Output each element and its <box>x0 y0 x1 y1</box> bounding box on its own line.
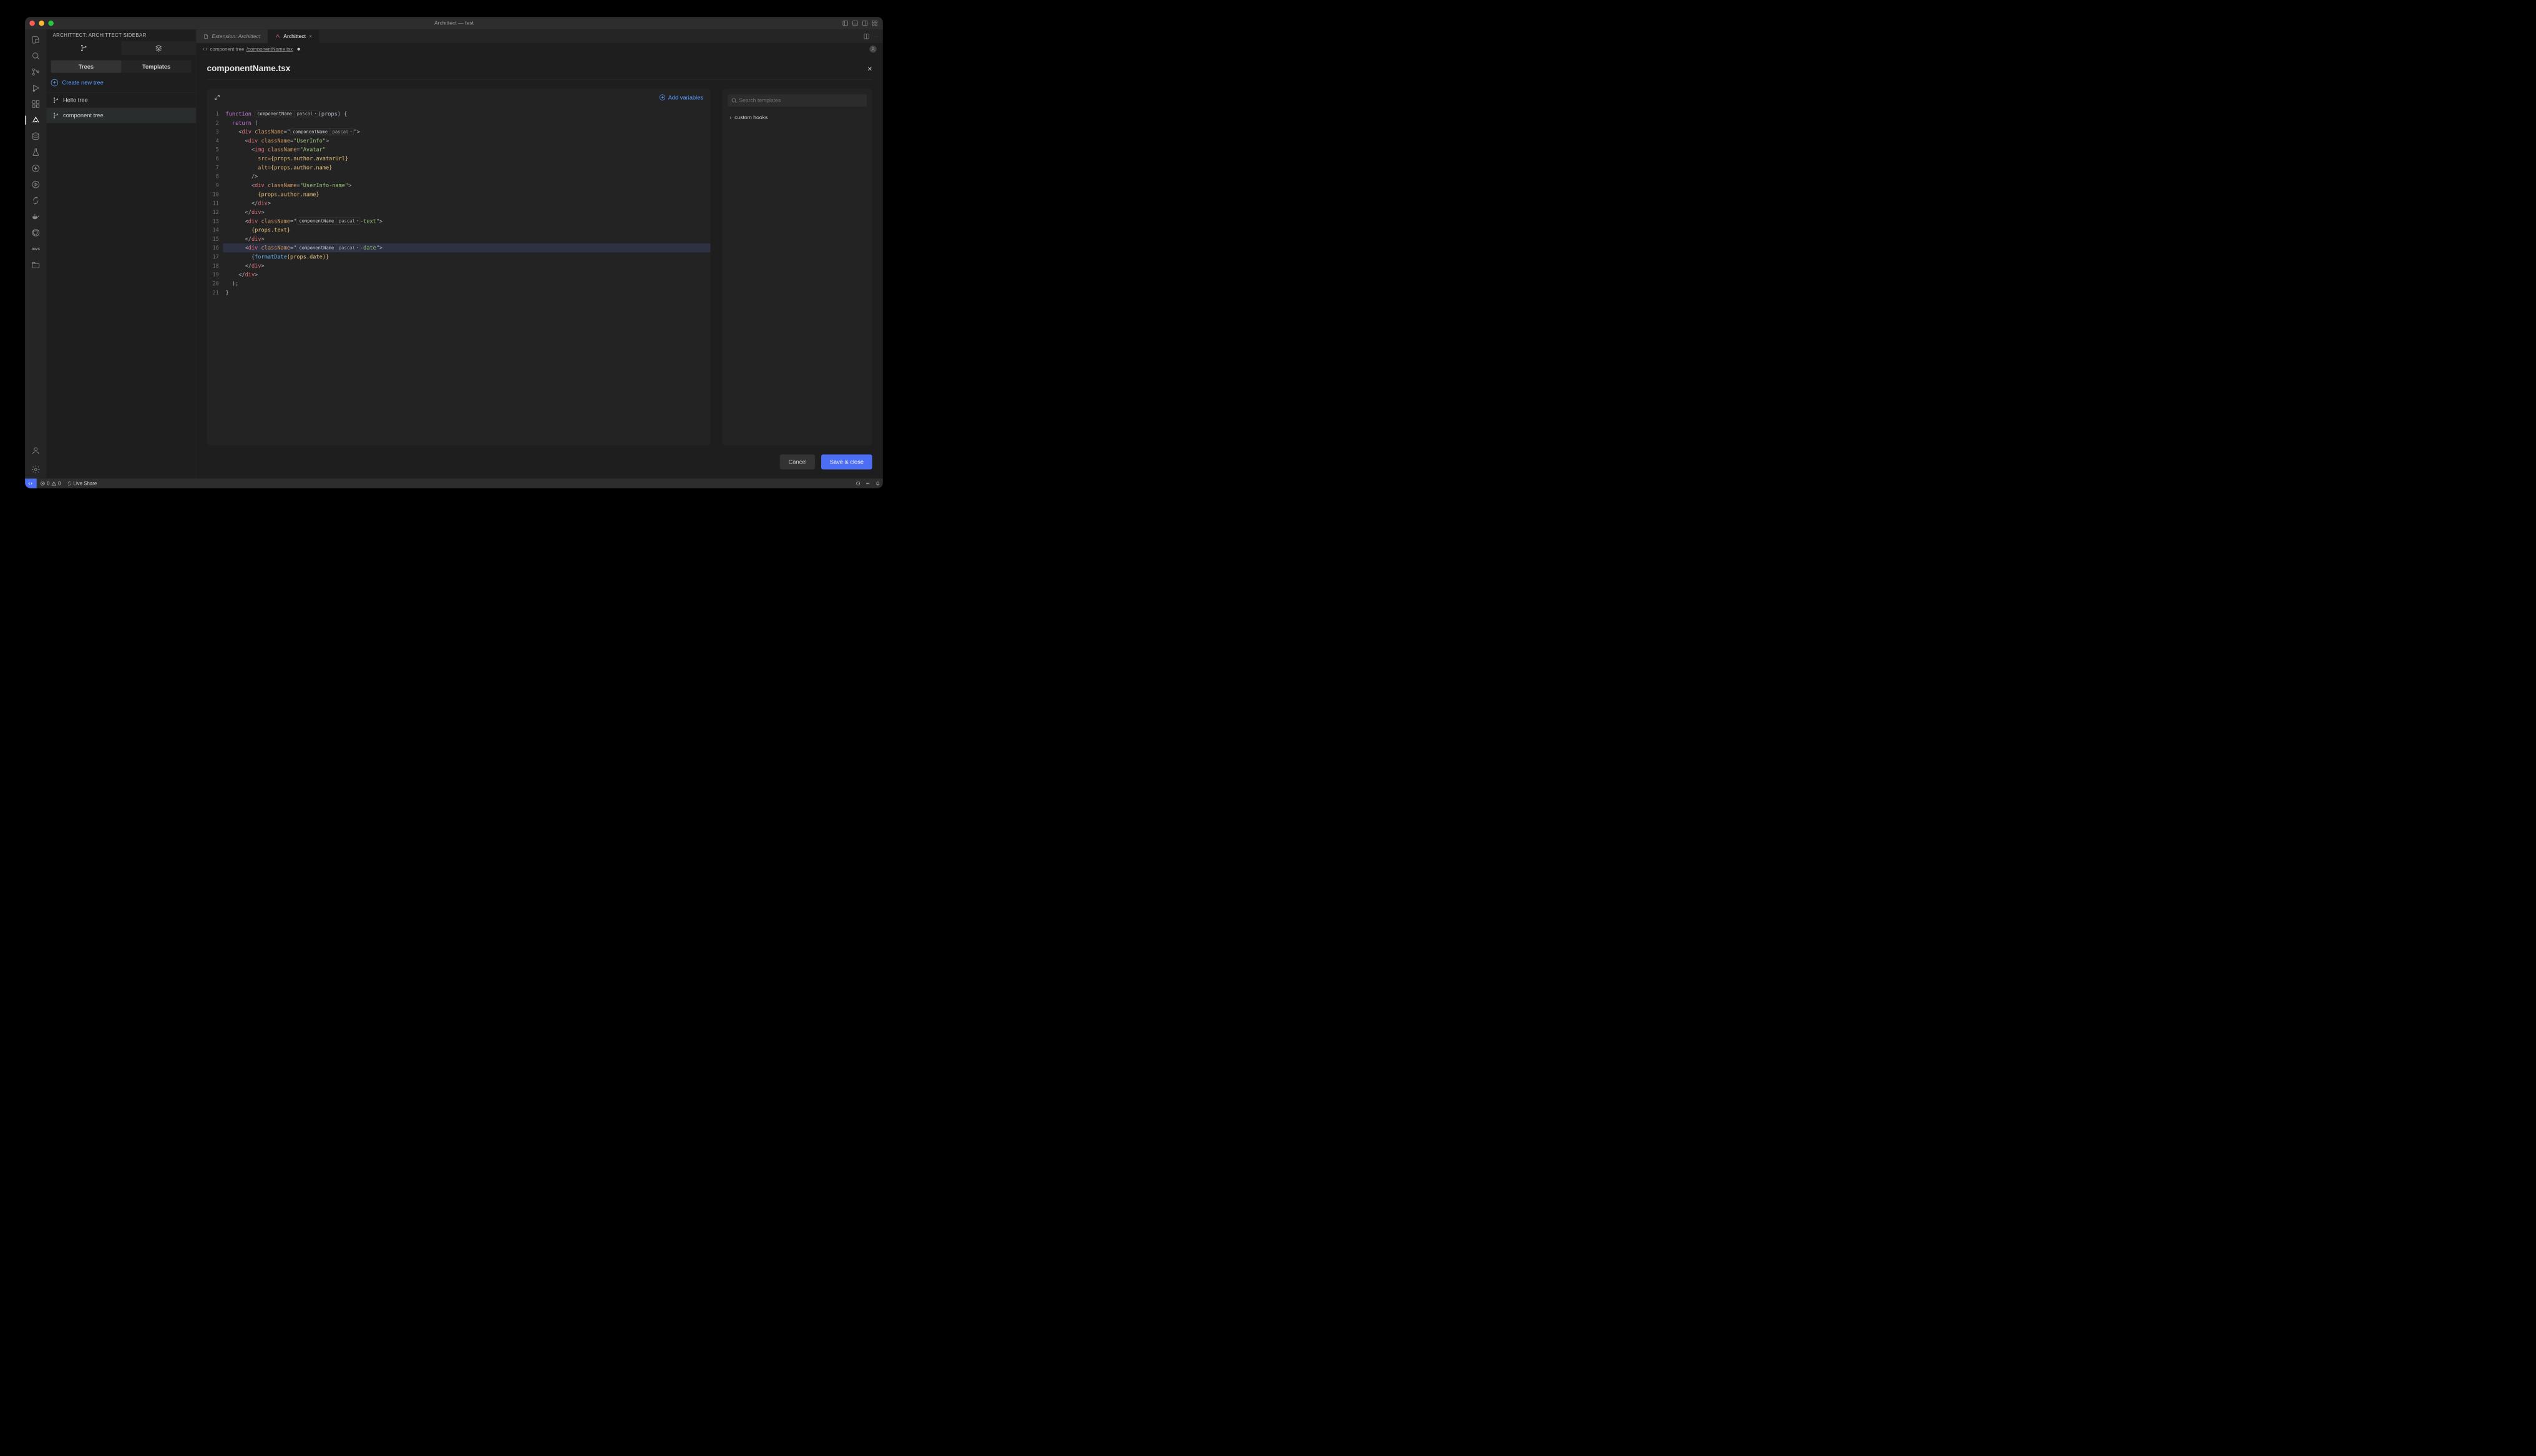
branch-icon <box>52 112 59 119</box>
share-icon[interactable] <box>29 194 42 206</box>
editor-area: Extension: Archittect Archittect × ··· c… <box>196 29 882 478</box>
tree-item-component[interactable]: component tree <box>46 108 196 123</box>
sync-icon[interactable] <box>856 481 861 486</box>
sidebar-tab-layers[interactable] <box>121 41 196 55</box>
expand-icon[interactable] <box>214 94 220 100</box>
tab-close-icon[interactable]: × <box>309 33 312 39</box>
layout-primary-icon[interactable] <box>842 20 849 27</box>
editor-tab-extension[interactable]: Extension: Archittect <box>196 29 268 43</box>
problems-indicator[interactable]: 0 0 <box>40 480 61 486</box>
account-icon[interactable] <box>29 444 42 457</box>
sidebar-tab-branch[interactable] <box>46 41 121 55</box>
database-icon[interactable] <box>29 130 42 142</box>
file-title: componentName.tsx <box>207 64 291 73</box>
tree-item-label: component tree <box>63 112 104 119</box>
code-editor[interactable]: 123456789101112131415161718192021 functi… <box>207 106 711 445</box>
layout-customize-icon[interactable] <box>871 20 878 27</box>
statusbar: 0 0 Live Share <box>25 478 883 488</box>
aws-icon[interactable]: aws <box>29 243 42 255</box>
extensions-icon[interactable] <box>29 98 42 110</box>
templates-panel: › custom hooks <box>723 89 872 445</box>
variable-chip[interactable]: componentNamepascal <box>296 218 360 225</box>
tab-label: Archittect <box>283 33 306 39</box>
tree-item-label: Hello tree <box>63 97 88 104</box>
window-title: Archittect — test <box>434 20 474 26</box>
save-close-button[interactable]: Save & close <box>821 455 872 470</box>
branch-icon <box>52 97 59 104</box>
layout-panel-icon[interactable] <box>852 20 859 27</box>
tab-trees[interactable]: Trees <box>51 61 122 73</box>
remote-indicator[interactable] <box>25 478 37 488</box>
github-icon[interactable] <box>29 226 42 239</box>
folder-icon[interactable] <box>29 259 42 271</box>
bell-icon[interactable] <box>875 481 880 486</box>
file-icon <box>203 34 209 39</box>
window-maximize-button[interactable] <box>48 21 54 26</box>
variable-chip[interactable]: componentNamepascal <box>255 110 318 117</box>
window-close-button[interactable] <box>29 21 35 26</box>
side-item-label: custom hooks <box>734 114 768 120</box>
breadcrumb: component tree /componentName.tsx <box>196 43 882 55</box>
breadcrumb-seg[interactable]: /componentName.tsx <box>246 46 293 52</box>
sidebar: ARCHITTECT: ARCHITTECT SIDEBAR Trees Tem… <box>46 29 196 478</box>
search-icon[interactable] <box>29 49 42 62</box>
cancel-button[interactable]: Cancel <box>780 455 815 470</box>
tab-label: Extension: Archittect <box>212 33 260 39</box>
play-circle-icon[interactable] <box>29 178 42 191</box>
more-icon[interactable]: ··· <box>874 35 879 38</box>
variable-chip[interactable]: componentNamepascal <box>296 245 360 251</box>
app-window: Archittect — test aws <box>25 17 883 488</box>
beaker-icon[interactable] <box>29 146 42 158</box>
traffic-lights <box>29 21 54 26</box>
modified-dot-icon <box>297 47 300 50</box>
layout-secondary-icon[interactable] <box>861 20 868 27</box>
split-editor-icon[interactable] <box>864 33 870 39</box>
gear-icon[interactable] <box>29 463 42 475</box>
line-gutter: 123456789101112131415161718192021 <box>207 109 223 441</box>
breadcrumb-seg[interactable]: component tree <box>210 46 245 52</box>
sidebar-title: ARCHITTECT: ARCHITTECT SIDEBAR <box>46 29 196 41</box>
bolt-icon[interactable] <box>29 162 42 175</box>
code-panel: + Add variables 123456789101112131415161… <box>207 89 711 445</box>
tab-templates[interactable]: Templates <box>121 61 192 73</box>
docker-icon[interactable] <box>29 210 42 223</box>
user-avatar-icon[interactable] <box>869 46 876 52</box>
search-icon <box>731 97 737 104</box>
close-icon[interactable]: × <box>867 64 872 74</box>
plus-circle-icon: + <box>51 79 58 86</box>
broadcast-icon[interactable] <box>866 481 871 486</box>
code-icon <box>202 46 208 52</box>
side-item-custom-hooks[interactable]: › custom hooks <box>728 112 867 123</box>
archittect-icon[interactable] <box>29 114 42 127</box>
warning-count: 0 <box>58 480 61 486</box>
error-count: 0 <box>47 480 49 486</box>
archittect-tab-icon <box>275 34 281 39</box>
tree-item-hello[interactable]: Hello tree <box>46 93 196 108</box>
add-variables-label: Add variables <box>668 94 703 101</box>
add-variables-button[interactable]: + Add variables <box>660 94 703 101</box>
window-minimize-button[interactable] <box>39 21 44 26</box>
chevron-right-icon: › <box>729 114 731 120</box>
source-control-icon[interactable] <box>29 66 42 78</box>
titlebar: Archittect — test <box>25 17 883 29</box>
explorer-icon[interactable] <box>29 34 42 46</box>
search-templates-input[interactable] <box>728 94 867 107</box>
create-new-tree-button[interactable]: + Create new tree <box>51 79 192 86</box>
plus-circle-icon: + <box>660 94 665 100</box>
variable-chip[interactable]: componentNamepascal <box>290 128 354 135</box>
live-share-label: Live Share <box>74 480 97 486</box>
run-debug-icon[interactable] <box>29 82 42 94</box>
activity-bar: aws <box>25 29 46 478</box>
create-new-tree-label: Create new tree <box>62 79 104 86</box>
editor-tab-archittect[interactable]: Archittect × <box>268 29 319 43</box>
live-share-button[interactable]: Live Share <box>67 480 97 486</box>
